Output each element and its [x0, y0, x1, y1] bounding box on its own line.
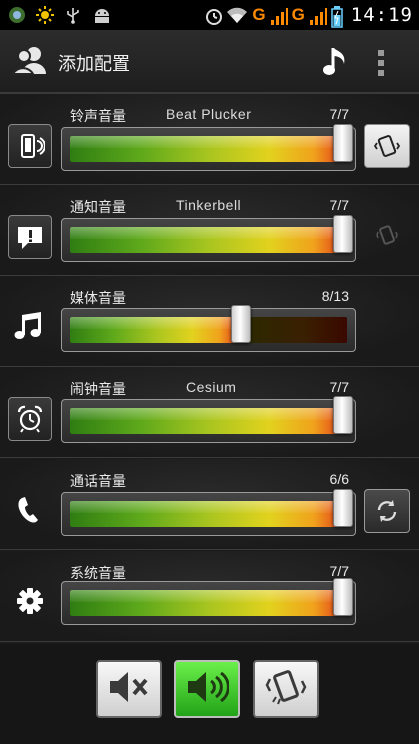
- signal-icon: [270, 6, 288, 25]
- volume-row-system: 系统音量 7/7: [0, 551, 419, 642]
- android-icon: [92, 6, 110, 24]
- volume-fill: [70, 136, 347, 162]
- vibrate-mode-button[interactable]: [253, 660, 319, 718]
- ringtone-name[interactable]: Beat Plucker: [166, 106, 251, 122]
- settings-gear-icon[interactable]: [10, 581, 50, 621]
- volume-thumb[interactable]: [333, 124, 353, 162]
- volume-level: 7/7: [329, 106, 349, 122]
- alarm-clock-icon[interactable]: [8, 397, 52, 441]
- sound-on-icon: [185, 669, 230, 709]
- ringtone-name[interactable]: Tinkerbell: [176, 197, 241, 213]
- volume-thumb[interactable]: [333, 578, 353, 616]
- volume-row-alarm: 闹钟音量 Cesium 7/7: [0, 367, 419, 458]
- volume-track: [70, 590, 347, 616]
- volume-row-media: 媒体音量 8/13: [0, 276, 419, 367]
- volume-track: [70, 317, 347, 343]
- vibrate-toggle-button[interactable]: [364, 124, 410, 168]
- volume-fill: [70, 227, 347, 253]
- volume-row-call: 通话音量 6/6: [0, 459, 419, 550]
- volume-slider[interactable]: [61, 124, 356, 171]
- app-icon: [8, 6, 26, 24]
- ringer-mode-bar: [0, 644, 419, 744]
- volume-track: [70, 408, 347, 434]
- volume-slider[interactable]: [61, 396, 356, 443]
- volume-track: [70, 501, 347, 527]
- volume-thumb[interactable]: [333, 215, 353, 253]
- volume-label: 通知音量: [70, 200, 126, 216]
- sound-on-mode-button[interactable]: [174, 660, 240, 718]
- volume-level: 7/7: [329, 197, 349, 213]
- volume-thumb[interactable]: [333, 489, 353, 527]
- ringtone-name[interactable]: Cesium: [186, 379, 236, 395]
- status-clock: 14:19: [350, 4, 413, 26]
- volume-label: 媒体音量: [70, 291, 126, 307]
- volume-thumb[interactable]: [333, 396, 353, 434]
- title-bar: 添加配置: [0, 30, 419, 94]
- network-type-label-2: G: [291, 5, 305, 24]
- volume-slider[interactable]: [61, 305, 356, 352]
- page-title: 添加配置: [58, 54, 130, 75]
- volume-level: 7/7: [329, 379, 349, 395]
- sync-button[interactable]: [364, 489, 410, 533]
- volume-track: [70, 227, 347, 253]
- volume-fill: [70, 408, 347, 434]
- volume-slider[interactable]: [61, 215, 356, 262]
- profile-users-icon: [11, 44, 48, 76]
- music-note-icon[interactable]: [320, 44, 350, 78]
- volume-label: 闹钟音量: [70, 382, 126, 398]
- signal-icon-2: [309, 6, 327, 25]
- volume-track-empty: [240, 317, 347, 343]
- mute-mode-button[interactable]: [96, 660, 162, 718]
- volume-slider[interactable]: [61, 578, 356, 625]
- volume-label: 通话音量: [70, 474, 126, 490]
- volume-label: 铃声音量: [70, 109, 126, 125]
- music-icon[interactable]: [10, 308, 50, 348]
- network-type-label: G: [252, 5, 266, 24]
- volume-level: 6/6: [329, 471, 349, 487]
- mute-icon: [107, 669, 151, 709]
- volume-slider[interactable]: [61, 489, 356, 536]
- call-icon[interactable]: [10, 490, 50, 530]
- weather-sun-icon: [36, 6, 54, 24]
- vibrate-icon: [264, 667, 308, 711]
- phone-ring-icon[interactable]: [8, 124, 52, 168]
- volume-row-notification: 通知音量 Tinkerbell 7/7: [0, 185, 419, 276]
- wifi-icon: [226, 6, 248, 24]
- volume-label: 系统音量: [70, 566, 126, 582]
- volume-level: 8/13: [321, 288, 349, 304]
- volume-level: 7/7: [329, 563, 349, 579]
- volume-fill: [70, 501, 347, 527]
- notification-icon[interactable]: [8, 215, 52, 259]
- overflow-menu-icon[interactable]: [374, 48, 388, 78]
- alarm-icon: [204, 6, 223, 25]
- volume-thumb[interactable]: [231, 305, 251, 343]
- vibrate-indicator-icon: [372, 221, 402, 251]
- volume-track: [70, 136, 347, 162]
- usb-icon: [64, 6, 82, 24]
- battery-icon: [331, 6, 343, 28]
- volume-row-ringtone: 铃声音量 Beat Plucker 7/7: [0, 94, 419, 185]
- volume-fill: [70, 317, 240, 343]
- status-bar: G G 14:19: [0, 0, 419, 30]
- volume-fill: [70, 590, 347, 616]
